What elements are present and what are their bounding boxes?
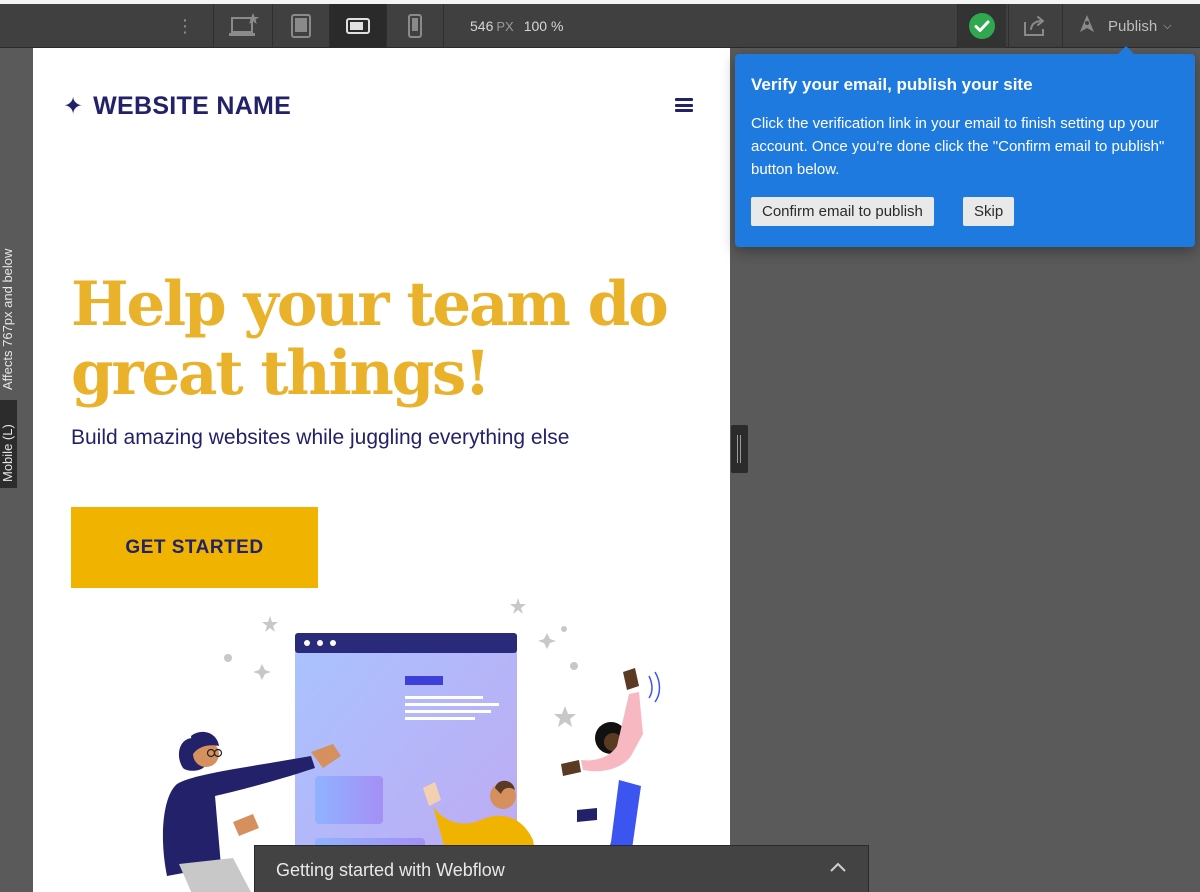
canvas-width-value: 546 <box>470 18 494 34</box>
publish-button[interactable]: Publish ⌵ <box>1064 4 1194 48</box>
toolbar-divider <box>443 4 444 48</box>
popover-body: Click the verification link in your emai… <box>751 115 1165 178</box>
canvas-width-unit: PX <box>496 19 514 34</box>
audit-status-button[interactable] <box>958 4 1006 48</box>
breakpoint-affects-label: Affects 767px and below <box>0 248 15 390</box>
check-circle-icon <box>969 13 995 39</box>
toolbar-divider <box>213 4 214 48</box>
toolbar-divider <box>1062 4 1063 48</box>
hero-title: Help your team do great things! <box>71 269 669 409</box>
hero-subtitle: Build amazing websites while juggling ev… <box>71 426 570 449</box>
breakpoint-mobile-portrait-button[interactable] <box>387 4 443 48</box>
site-canvas[interactable]: ✦ WEBSITE NAME Help your team do great t… <box>33 48 730 892</box>
getting-started-panel[interactable]: Getting started with Webflow <box>254 845 869 892</box>
publish-label: Publish <box>1108 17 1158 35</box>
sparkle-icon: ✦ <box>63 93 84 120</box>
designer-toolbar: ⋮ 546 PX 100 % Publish ⌵ <box>0 0 1200 48</box>
site-brand-name: WEBSITE NAME <box>93 92 292 120</box>
tablet-icon <box>291 14 311 38</box>
confirm-email-button[interactable]: Confirm email to publish <box>751 197 934 226</box>
getting-started-title: Getting started with Webflow <box>276 860 505 880</box>
zoom-level: 100 % <box>523 18 564 34</box>
popover-caret <box>1117 46 1135 55</box>
breakpoint-tablet-button[interactable] <box>273 4 329 48</box>
mobile-portrait-icon <box>408 14 422 38</box>
breakpoint-desktop-star-button[interactable] <box>216 4 272 48</box>
mobile-landscape-icon <box>346 18 370 34</box>
breakpoint-tab[interactable]: Mobile (L) <box>0 400 17 488</box>
site-brand[interactable]: ✦ WEBSITE NAME <box>63 92 291 121</box>
popover-title: Verify your email, publish your site <box>751 75 1033 94</box>
get-started-button[interactable]: GET STARTED <box>71 507 318 588</box>
skip-button[interactable]: Skip <box>963 197 1015 226</box>
canvas-size-readout[interactable]: 546 PX 100 % <box>470 4 563 48</box>
rocket-icon <box>1076 14 1098 38</box>
breakpoint-name-label: Mobile (L) <box>0 424 15 482</box>
chevron-up-icon[interactable] <box>828 860 848 874</box>
more-options-icon[interactable]: ⋮ <box>176 14 194 38</box>
desktop-star-icon <box>229 13 259 36</box>
share-button[interactable] <box>1010 4 1060 48</box>
hamburger-menu-icon[interactable] <box>675 98 693 112</box>
verify-email-popover: Verify your email, publish your site Cli… <box>735 46 1195 247</box>
toolbar-divider <box>1008 4 1009 48</box>
share-icon <box>1024 16 1044 36</box>
chevron-down-icon: ⌵ <box>1163 19 1172 32</box>
breakpoint-mobile-landscape-button[interactable] <box>330 4 386 48</box>
canvas-resize-handle[interactable] <box>731 425 748 473</box>
